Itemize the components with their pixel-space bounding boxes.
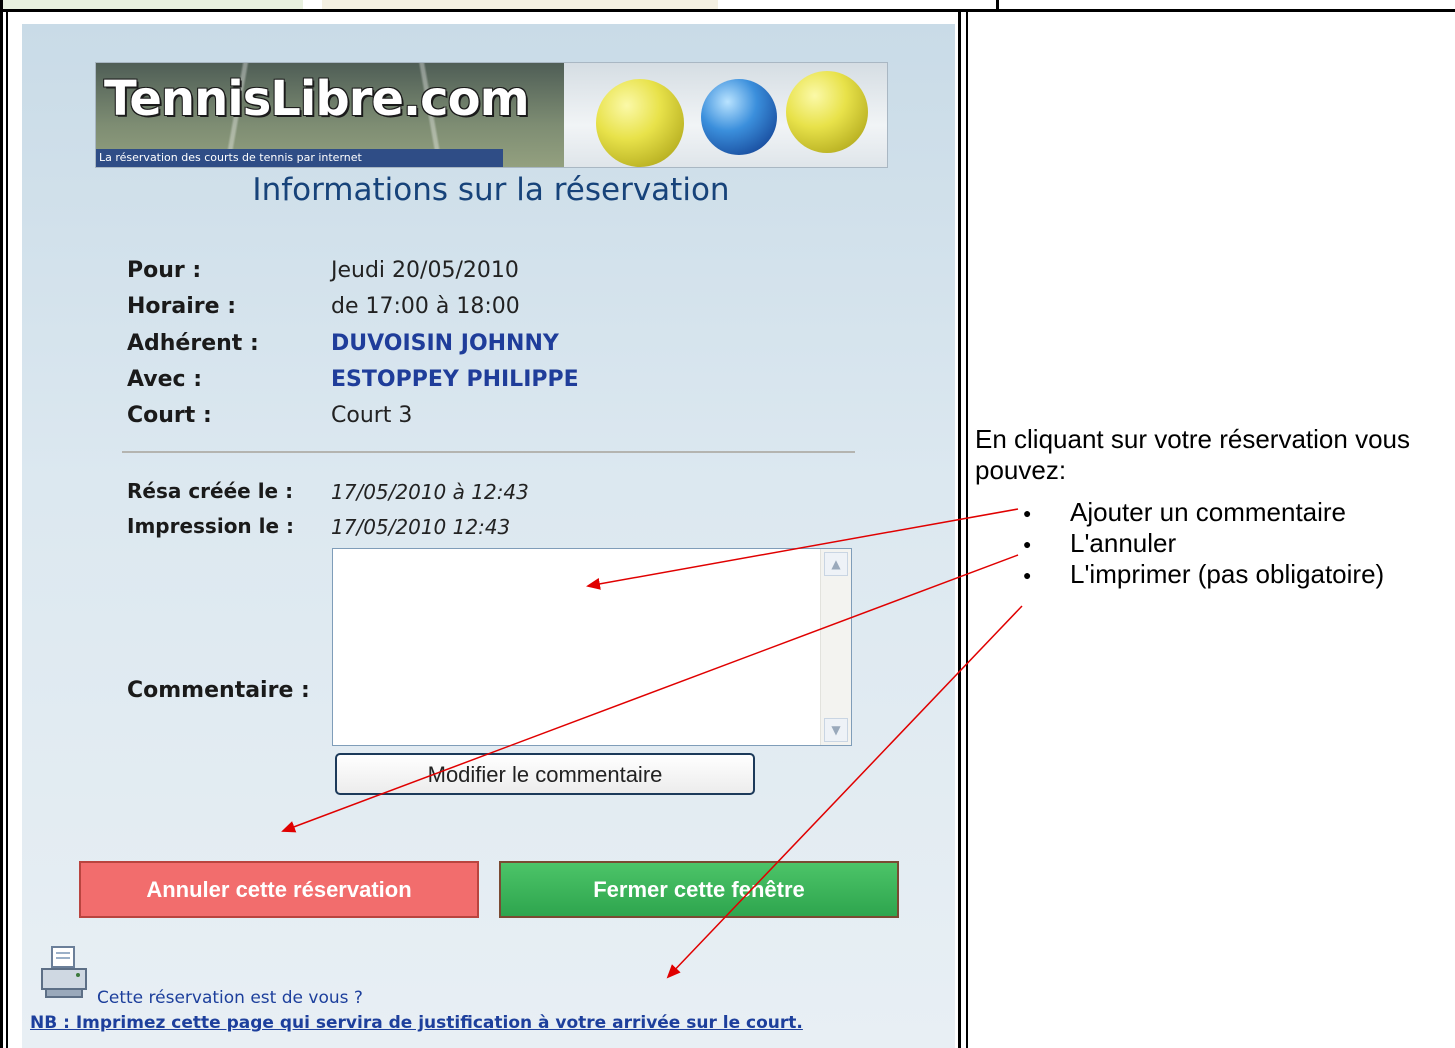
annotation-arrows <box>281 508 1023 979</box>
arrow-to-cancel <box>281 554 1019 833</box>
arrow-to-comment <box>586 508 1019 590</box>
arrow-to-print <box>666 605 1023 979</box>
